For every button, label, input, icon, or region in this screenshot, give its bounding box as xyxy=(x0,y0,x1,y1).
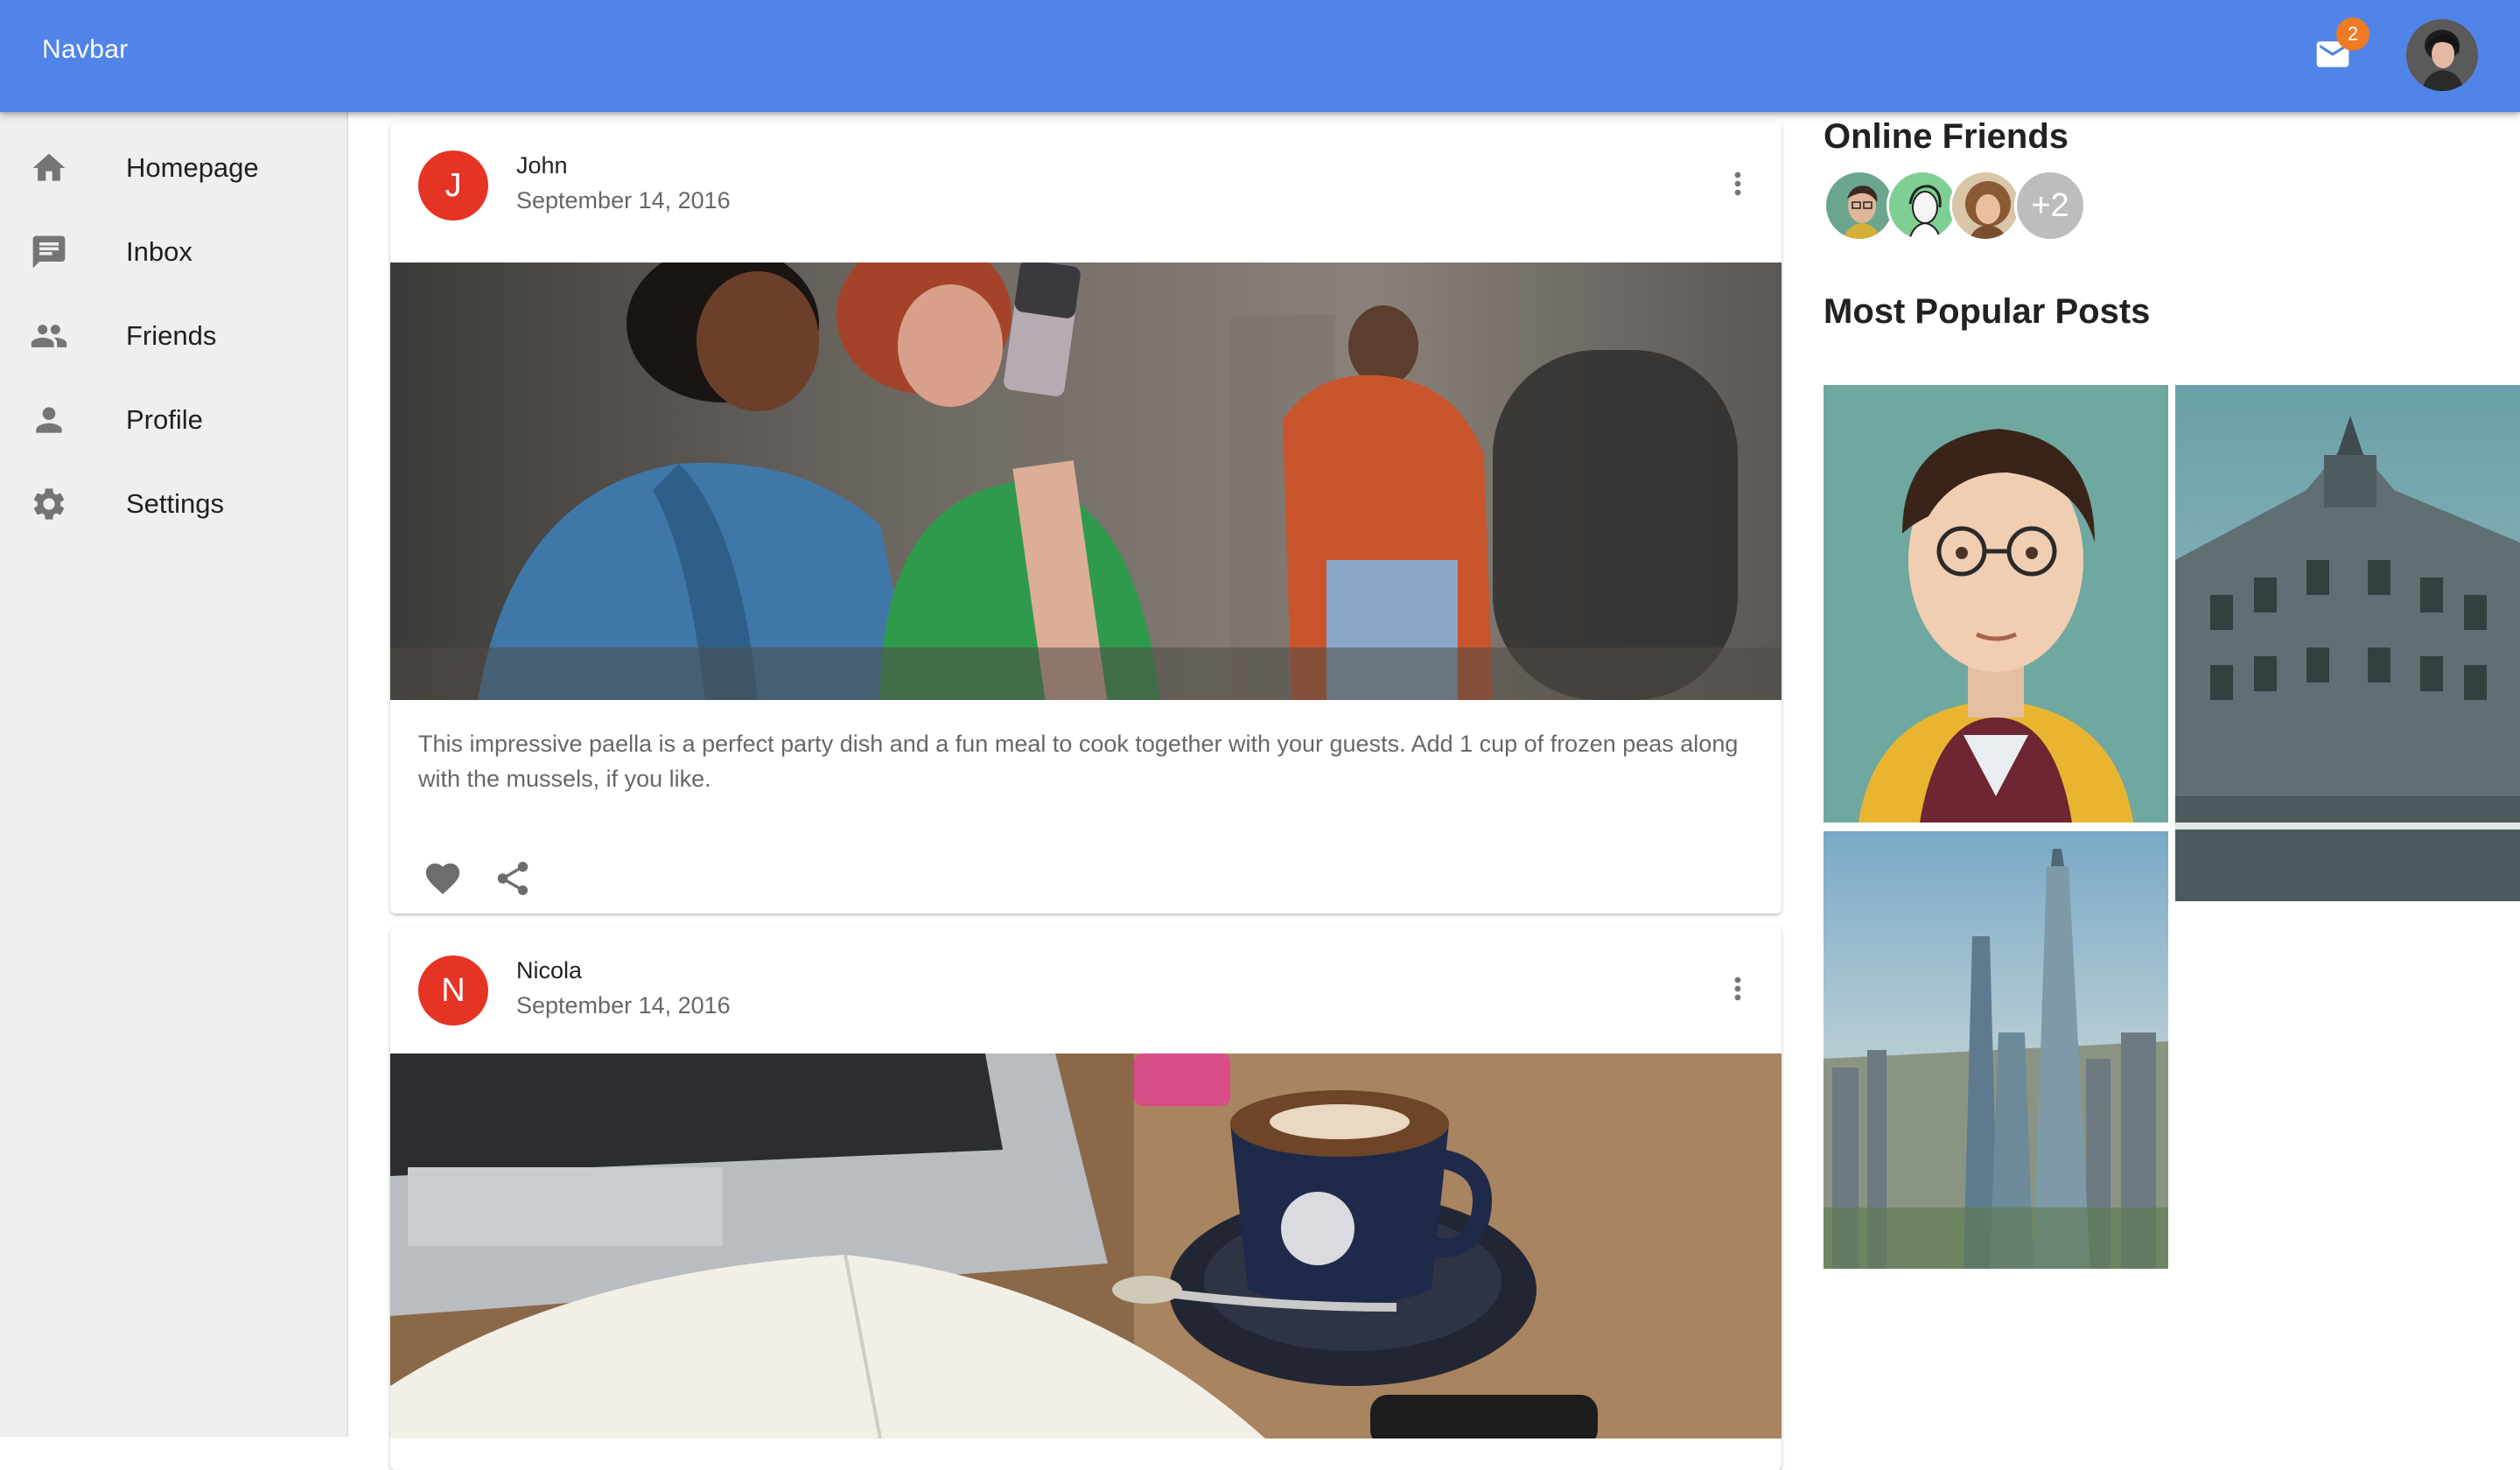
popular-post-image[interactable] xyxy=(2175,385,2520,901)
post-date: September 14, 2016 xyxy=(516,992,731,1018)
sidebar-item-label: Homepage xyxy=(126,152,259,183)
navbar-title[interactable]: Navbar xyxy=(42,35,129,65)
sidebar-item-label: Settings xyxy=(126,488,225,519)
sidebar-item-label: Profile xyxy=(126,404,203,435)
share-icon xyxy=(493,858,533,903)
person-icon xyxy=(30,401,68,439)
notification-badge: 2 xyxy=(2336,18,2370,51)
share-button[interactable] xyxy=(488,856,537,905)
sidebar-item-label: Inbox xyxy=(126,236,192,267)
chat-icon xyxy=(30,233,68,271)
friend-avatar[interactable] xyxy=(1950,170,2021,242)
sidebar-item-settings[interactable]: Settings xyxy=(0,462,346,546)
popular-post-image[interactable] xyxy=(1824,831,2168,1269)
friend-avatar[interactable] xyxy=(1886,170,1958,242)
post-author-avatar[interactable]: N xyxy=(418,956,488,1026)
post-menu-button[interactable] xyxy=(1720,970,1755,1012)
post-header: N Nicola September 14, 2016 xyxy=(390,928,1782,1059)
post-author-avatar[interactable]: J xyxy=(418,150,488,220)
post-header: J John September 14, 2016 xyxy=(390,122,1782,254)
sidebar-item-label: Friends xyxy=(126,320,217,351)
gear-icon xyxy=(30,485,68,523)
online-friends-title: Online Friends xyxy=(1824,117,2069,156)
like-button[interactable] xyxy=(418,856,467,905)
heart-icon xyxy=(423,858,463,903)
post-text: This impressive paella is a perfect part… xyxy=(418,731,1739,792)
more-vert-icon xyxy=(1720,971,1755,1011)
post-card: J John September 14, 2016 This impressiv… xyxy=(390,122,1782,914)
post-author: Nicola xyxy=(516,957,583,984)
sidebar-item-inbox[interactable]: Inbox xyxy=(0,210,346,294)
friend-avatar[interactable] xyxy=(1824,170,1895,242)
popular-posts-title: Most Popular Posts xyxy=(1824,292,2151,331)
navbar: Navbar 2 xyxy=(0,0,2520,112)
post-image[interactable] xyxy=(390,262,1782,700)
sidebar-item-profile[interactable]: Profile xyxy=(0,378,346,462)
popular-post-image[interactable] xyxy=(1824,385,2168,822)
post-author: John xyxy=(516,152,568,178)
post-card: N Nicola September 14, 2016 xyxy=(390,928,1782,1470)
sidebar-item-homepage[interactable]: Homepage xyxy=(0,126,346,210)
more-vert-icon xyxy=(1720,166,1755,206)
sidebar-item-friends[interactable]: Friends xyxy=(0,294,346,378)
sidebar: Homepage Inbox Friends Profile Settings xyxy=(0,112,348,1437)
people-icon xyxy=(30,317,68,355)
post-menu-button[interactable] xyxy=(1720,164,1755,206)
post-date: September 14, 2016 xyxy=(516,187,731,214)
user-avatar[interactable] xyxy=(2406,19,2478,91)
home-icon xyxy=(30,149,68,187)
more-friends-count[interactable]: +2 xyxy=(2014,170,2086,242)
post-image[interactable] xyxy=(390,1054,1782,1438)
